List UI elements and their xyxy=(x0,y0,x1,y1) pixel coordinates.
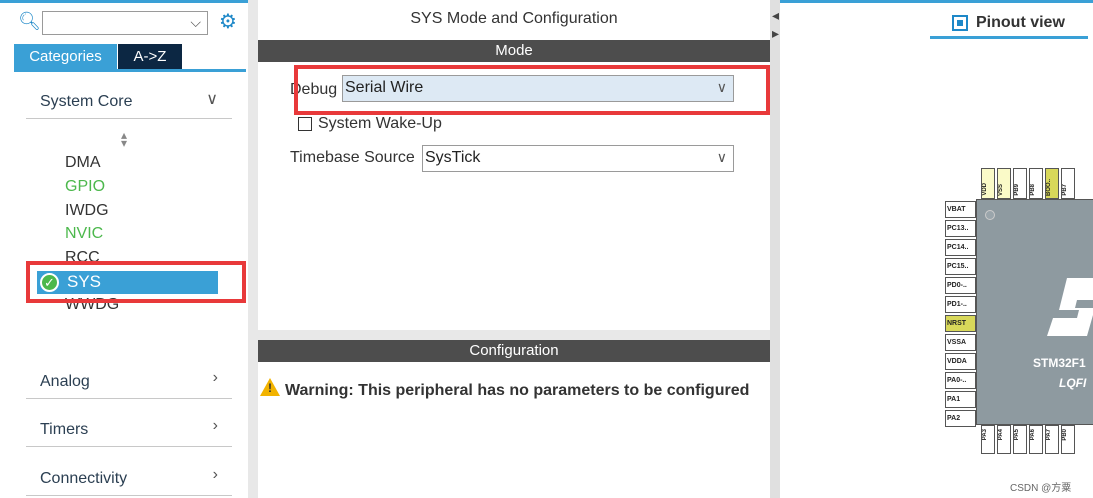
pin-top[interactable]: PB7 xyxy=(1061,168,1075,199)
pin-top[interactable]: VDD xyxy=(981,168,995,199)
chevron-right-icon[interactable]: › xyxy=(213,417,218,435)
sort-icon[interactable]: ▴ ▾ xyxy=(121,129,127,149)
group-label: Connectivity xyxy=(40,470,128,487)
pin-label: PB7 xyxy=(1062,184,1068,196)
search-icon[interactable]: 🔍︎ xyxy=(18,11,41,32)
pin-bottom[interactable]: PA5 xyxy=(1013,425,1027,454)
pin-bottom[interactable]: PB0 xyxy=(1061,425,1075,454)
list-item-iwdg[interactable]: IWDG xyxy=(65,202,109,220)
chip-part-number: STM32F1 xyxy=(1033,356,1086,370)
tab-categories[interactable]: Categories xyxy=(14,44,117,69)
list-item-gpio[interactable]: GPIO xyxy=(65,178,105,196)
panel-title: SYS Mode and Configuration xyxy=(410,10,618,27)
chevron-right-icon[interactable]: › xyxy=(213,369,218,387)
pin-left[interactable]: PA2 xyxy=(945,410,976,427)
category-tabs: Categories A->Z xyxy=(14,44,246,72)
group-label: Timers xyxy=(40,421,89,438)
chevron-down-icon[interactable]: ⌵ xyxy=(190,14,201,31)
wakeup-label: System Wake-Up xyxy=(318,115,442,132)
highlight-box-sys xyxy=(26,261,246,303)
warning-message: Warning: This peripheral has no paramete… xyxy=(285,382,750,399)
gear-icon[interactable]: ⚙ xyxy=(219,9,237,34)
list-item-dma[interactable]: DMA xyxy=(65,154,101,172)
pin-left[interactable]: NRST xyxy=(945,315,976,332)
group-label: Analog xyxy=(40,373,90,390)
panel-divider[interactable] xyxy=(770,0,780,498)
timebase-select[interactable]: SysTick ∨ xyxy=(422,145,734,172)
pin-label: PB0 xyxy=(1062,429,1068,441)
system-wakeup-checkbox[interactable] xyxy=(298,117,312,131)
highlight-box-debug xyxy=(294,65,770,115)
chip-package: LQFI xyxy=(1059,376,1087,390)
warning-icon-mark: ! xyxy=(268,381,272,395)
group-timers[interactable]: Timers › xyxy=(26,415,232,447)
pin-left[interactable]: PC14.. xyxy=(945,239,976,256)
watermark-text: CSDN @方粟 xyxy=(1010,483,1072,494)
group-system-core[interactable]: System Core ∨ xyxy=(26,87,232,119)
mode-configuration-panel: SYS Mode and Configuration Mode Debug Sy… xyxy=(258,0,770,498)
group-label: System Core xyxy=(40,93,133,110)
stm32cubemx-window: 🔍︎ ⌵ ⚙ Categories A->Z System Core ∨ ▴ ▾ … xyxy=(0,0,1093,498)
pin-top[interactable]: PB9 xyxy=(1013,168,1027,199)
pin-left[interactable]: PA0-.. xyxy=(945,372,976,389)
pin-top[interactable]: PB8 xyxy=(1029,168,1043,199)
mode-header: Mode xyxy=(258,40,770,62)
tab-a-z[interactable]: A->Z xyxy=(118,44,182,69)
st-logo-icon xyxy=(1047,278,1093,336)
configuration-header: Configuration xyxy=(258,340,770,362)
pin-left[interactable]: PC15.. xyxy=(945,258,976,275)
pin-label: BOO.. xyxy=(1046,178,1052,196)
chevron-right-icon[interactable]: › xyxy=(213,466,218,484)
pin-left[interactable]: PD0-.. xyxy=(945,277,976,294)
search-row: 🔍︎ ⌵ ⚙ xyxy=(14,9,244,35)
pin-label: VDD xyxy=(982,183,988,196)
pin-left[interactable]: VSSA xyxy=(945,334,976,351)
timebase-value: SysTick xyxy=(425,149,481,166)
chevron-down-icon[interactable]: ∨ xyxy=(206,89,218,109)
pin-left[interactable]: VDDA xyxy=(945,353,976,370)
search-input[interactable] xyxy=(43,12,183,34)
pin1-marker xyxy=(985,210,995,220)
pin-bottom[interactable]: PA3 xyxy=(981,425,995,454)
categories-panel: 🔍︎ ⌵ ⚙ Categories A->Z System Core ∨ ▴ ▾ … xyxy=(0,0,248,498)
panel-divider[interactable] xyxy=(248,0,258,498)
pin-top[interactable]: BOO.. xyxy=(1045,168,1059,199)
chip-icon xyxy=(952,15,968,31)
collapse-arrows-icon[interactable]: ◂ ▸ xyxy=(772,6,779,42)
group-analog[interactable]: Analog › xyxy=(26,367,232,399)
pin-top[interactable]: VSS xyxy=(997,168,1011,199)
pin-bottom[interactable]: PA7 xyxy=(1045,425,1059,454)
tab-pinout-view[interactable]: Pinout view xyxy=(930,9,1088,39)
pin-left[interactable]: PC13.. xyxy=(945,220,976,237)
pin-label: PA5 xyxy=(1014,429,1020,441)
section-divider[interactable] xyxy=(258,330,770,340)
group-connectivity[interactable]: Connectivity › xyxy=(26,464,232,496)
pin-bottom[interactable]: PA6 xyxy=(1029,425,1043,454)
list-item-nvic[interactable]: NVIC xyxy=(65,225,103,243)
timebase-label: Timebase Source xyxy=(290,149,415,166)
pin-label: PB8 xyxy=(1030,184,1036,196)
pin-label: VSS xyxy=(998,183,1004,196)
pin-left[interactable]: VBAT xyxy=(945,201,976,218)
pin-label: PB9 xyxy=(1014,184,1020,196)
search-combobox[interactable]: ⌵ xyxy=(42,11,208,35)
pin-label: PA7 xyxy=(1046,429,1052,441)
pin-left[interactable]: PD1-.. xyxy=(945,296,976,313)
mcu-chip-body[interactable]: STM32F1 LQFI xyxy=(976,199,1093,425)
tab-label: Pinout view xyxy=(976,14,1065,31)
pin-bottom[interactable]: PA4 xyxy=(997,425,1011,454)
pin-label: PA4 xyxy=(998,429,1004,441)
chevron-down-icon[interactable]: ∨ xyxy=(717,149,727,166)
pin-label: PA6 xyxy=(1030,429,1036,441)
pinout-panel: Pinout view STM32F1 LQFI VBAT PC13.. PC1… xyxy=(780,0,1093,498)
pin-left[interactable]: PA1 xyxy=(945,391,976,408)
pin-label: PA3 xyxy=(982,429,988,441)
